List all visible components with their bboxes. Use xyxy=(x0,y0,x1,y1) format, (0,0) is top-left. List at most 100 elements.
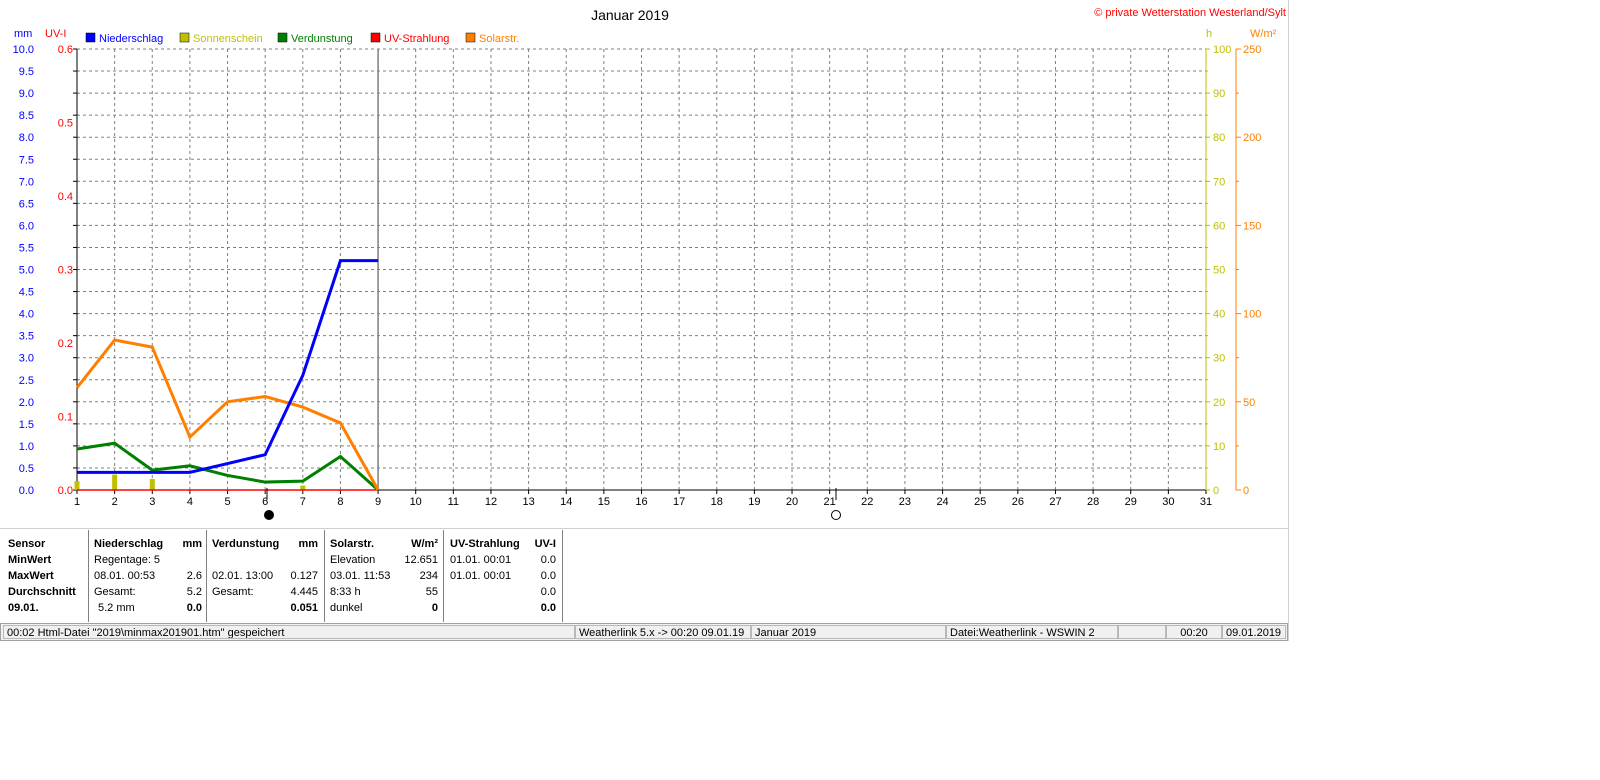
uv-header-row: UV-Strahlung UV-I xyxy=(450,536,556,552)
table-col-verdunstung: Verdunstung mm 02.01. 13:00 0.127 Gesamt… xyxy=(212,530,318,622)
uvi-tick-label: 0.5 xyxy=(58,118,73,130)
verdunstung-unit: mm xyxy=(298,538,318,550)
mm-tick-label: 1.5 xyxy=(19,419,34,431)
mm-tick-label: 4.5 xyxy=(19,287,34,299)
h-tick-label: 10 xyxy=(1213,441,1225,453)
niederschlag-max-row: 08.01. 00:53 2.6 xyxy=(94,568,202,584)
table-divider xyxy=(562,530,563,622)
niederschlag-avg-value: 5.2 xyxy=(186,586,202,598)
niederschlag-date-text: 5.2 mm xyxy=(98,602,135,614)
niederschlag-header-row: Niederschlag mm xyxy=(94,536,202,552)
mm-tick-label: 3.5 xyxy=(19,331,34,343)
x-tick-label: 13 xyxy=(522,496,534,508)
solarstr-unit: W/m² xyxy=(411,538,438,550)
table-divider xyxy=(324,530,325,622)
table-row-date: 09.01. xyxy=(8,600,90,616)
niederschlag-avg-text: Gesamt: xyxy=(94,586,136,598)
h-tick-label: 70 xyxy=(1213,176,1225,188)
mm-tick-label: 2.0 xyxy=(19,397,34,409)
uv-date-value: 0.0 xyxy=(540,602,556,614)
wm2-tick-label: 250 xyxy=(1243,44,1261,56)
x-tick-label: 18 xyxy=(711,496,723,508)
solarstr-max-row: 03.01. 11:53 234 xyxy=(330,568,438,584)
solarstr-min-text: Elevation xyxy=(330,554,376,566)
uv-min-text: 01.01. 00:01 xyxy=(450,554,512,566)
solarstr-date-value: 0 xyxy=(431,602,438,614)
uv-max-value: 0.0 xyxy=(540,570,556,582)
mm-tick-label: 4.0 xyxy=(19,309,34,321)
h-tick-label: 100 xyxy=(1213,44,1231,56)
table-col-sensor: Sensor MinWert MaxWert Durchschnitt 09.0… xyxy=(8,530,90,622)
x-tick-label: 26 xyxy=(1012,496,1024,508)
verdunstung-max-row: 02.01. 13:00 0.127 xyxy=(212,568,318,584)
legend-label-verdunstung: Verdunstung xyxy=(291,33,353,45)
divider xyxy=(0,528,1288,529)
solarstr-header: Solarstr. xyxy=(330,538,375,550)
x-tick-label: 19 xyxy=(748,496,760,508)
wm2-tick-label: 150 xyxy=(1243,220,1261,232)
niederschlag-min-text: Regentage: 5 xyxy=(94,554,161,566)
min-label: MinWert xyxy=(8,554,52,566)
x-tick-label: 21 xyxy=(824,496,836,508)
solarstr-avg-row: 8:33 h 55 xyxy=(330,584,438,600)
h-tick-label: 60 xyxy=(1213,220,1225,232)
solarstr-date-text: dunkel xyxy=(330,602,363,614)
uvi-tick-label: 0.0 xyxy=(58,485,73,497)
solarstr-avg-value: 55 xyxy=(425,586,438,598)
table-divider xyxy=(88,530,89,622)
legend-label-uv-strahlung: UV-Strahlung xyxy=(384,33,449,45)
niederschlag-max-value: 2.6 xyxy=(186,570,202,582)
solarstr-date-row: dunkel 0 xyxy=(330,600,438,616)
bar-sonnenschein xyxy=(74,481,80,490)
summary-table: Sensor MinWert MaxWert Durchschnitt 09.0… xyxy=(0,530,1290,622)
status-file: Datei:Weatherlink - WSWIN 2 xyxy=(946,625,1118,639)
x-tick-label: 5 xyxy=(224,496,230,508)
mm-tick-label: 9.0 xyxy=(19,88,34,100)
legend-label-sonnenschein: Sonnenschein xyxy=(193,33,263,45)
h-tick-label: 0 xyxy=(1213,485,1219,497)
niederschlag-header: Niederschlag xyxy=(94,538,164,550)
table-header-sensor: Sensor xyxy=(8,536,90,552)
uv-avg-row: 0.0 xyxy=(450,584,556,600)
status-month: Januar 2019 xyxy=(751,625,946,639)
verdunstung-max-text: 02.01. 13:00 xyxy=(212,570,274,582)
chart-title: Januar 2019 xyxy=(591,7,669,23)
x-tick-label: 2 xyxy=(112,496,118,508)
niederschlag-unit: mm xyxy=(182,538,202,550)
solarstr-header-row: Solarstr. W/m² xyxy=(330,536,438,552)
x-tick-label: 12 xyxy=(485,496,497,508)
x-tick-label: 1 xyxy=(74,496,80,508)
x-tick-label: 31 xyxy=(1200,496,1212,508)
x-tick-label: 3 xyxy=(149,496,155,508)
h-tick-label: 90 xyxy=(1213,88,1225,100)
uvi-tick-label: 0.3 xyxy=(58,265,73,277)
table-row-avg: Durchschnitt xyxy=(8,584,90,600)
status-date: 09.01.2019 xyxy=(1222,625,1286,639)
x-tick-label: 28 xyxy=(1087,496,1099,508)
mm-tick-label: 7.5 xyxy=(19,154,34,166)
mm-tick-label: 1.0 xyxy=(19,441,34,453)
uvi-axis-label: UV-I xyxy=(45,28,66,40)
mm-axis-label: mm xyxy=(14,28,32,40)
weather-chart: Januar 2019 © private Wetterstation West… xyxy=(13,7,1286,520)
sensor-header: Sensor xyxy=(8,538,46,550)
uv-min-value: 0.0 xyxy=(540,554,556,566)
solarstr-max-value: 234 xyxy=(419,570,438,582)
legend-label-solarstr: Solarstr. xyxy=(479,33,519,45)
uv-min-row: 01.01. 00:01 0.0 xyxy=(450,552,556,568)
table-col-uv-strahlung: UV-Strahlung UV-I 01.01. 00:01 0.0 01.01… xyxy=(450,530,556,622)
bar-sonnenschein xyxy=(149,478,155,490)
verdunstung-avg-value: 4.445 xyxy=(290,586,318,598)
legend-item-verdunstung: Verdunstung xyxy=(277,32,353,45)
status-time: 00:20 xyxy=(1166,625,1222,639)
uv-header: UV-Strahlung xyxy=(450,538,520,550)
x-tick-label: 27 xyxy=(1049,496,1061,508)
x-tick-label: 16 xyxy=(635,496,647,508)
mm-tick-label: 7.0 xyxy=(19,176,34,188)
verdunstung-date-value: 0.051 xyxy=(290,602,318,614)
mm-tick-label: 9.5 xyxy=(19,66,34,78)
legend-swatch-uv-strahlung xyxy=(370,32,381,43)
verdunstung-max-value: 0.127 xyxy=(290,570,318,582)
niederschlag-avg-row: Gesamt: 5.2 xyxy=(94,584,202,600)
wm2-tick-label: 100 xyxy=(1243,309,1261,321)
